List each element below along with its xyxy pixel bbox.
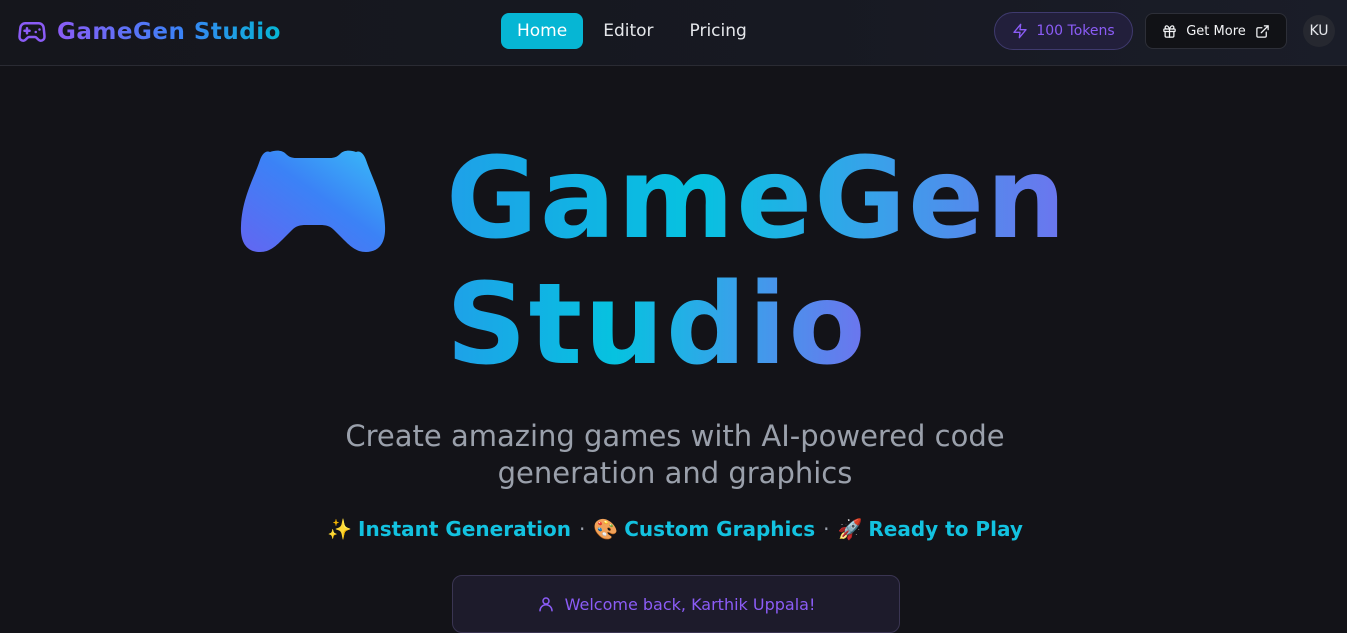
token-balance-label: 100 Tokens <box>1036 23 1115 39</box>
hero-title-line1: GameGen <box>446 134 1068 264</box>
welcome-message: Welcome back, Karthik Uppala! <box>564 594 816 614</box>
hero-title: GameGen Studio <box>446 136 1206 388</box>
rocket-icon: 🚀 <box>837 517 863 541</box>
feature-separator: · <box>823 517 830 541</box>
user-avatar[interactable]: KU <box>1303 15 1335 47</box>
hero-title-line2: Studio <box>446 260 868 390</box>
brand-name: GameGen Studio <box>57 19 281 45</box>
hero-subtitle-line1: Create amazing games with AI-powered cod… <box>345 419 1005 453</box>
top-navbar: GameGen Studio Home Editor Pricing 100 T… <box>0 0 1347 66</box>
palette-icon: 🎨 <box>593 517 619 541</box>
nav-link-home[interactable]: Home <box>501 13 584 49</box>
gamepad-icon <box>18 22 46 42</box>
feature-ready-to-play: Ready to Play <box>868 517 1023 541</box>
feature-custom-graphics: Custom Graphics <box>624 517 816 541</box>
external-link-icon <box>1256 24 1269 38</box>
user-icon <box>538 597 553 612</box>
sparkles-icon: ✨ <box>327 517 353 541</box>
feature-list: ✨ Instant Generation · 🎨 Custom Graphics · 🚀 Re… <box>260 514 1090 544</box>
gift-icon <box>1163 24 1176 38</box>
nav-link-pricing[interactable]: Pricing <box>674 13 763 49</box>
get-more-label: Get More <box>1186 23 1246 39</box>
token-balance-badge[interactable]: 100 Tokens <box>994 12 1133 50</box>
feature-separator: · <box>578 517 586 541</box>
nav-link-editor[interactable]: Editor <box>587 13 669 49</box>
feature-instant-generation: Instant Generation <box>358 517 571 541</box>
hero-subtitle: Create amazing games with AI-powered cod… <box>260 418 1090 492</box>
brand-logo[interactable]: GameGen Studio <box>17 16 281 48</box>
welcome-banner: Welcome back, Karthik Uppala! <box>452 575 900 633</box>
gamepad-hero-icon <box>240 150 386 252</box>
lightning-icon <box>1013 23 1028 39</box>
get-more-button[interactable]: Get More <box>1145 13 1287 49</box>
hero-subtitle-line2: generation and graphics <box>497 456 853 490</box>
nav-links: Home Editor Pricing <box>501 13 767 49</box>
